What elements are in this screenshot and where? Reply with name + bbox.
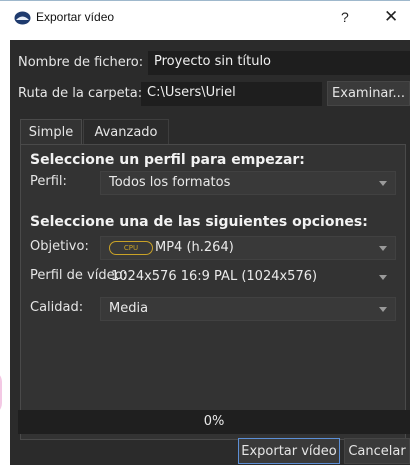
chevron-down-icon	[379, 307, 387, 312]
quality-label: Calidad:	[30, 300, 84, 315]
target-value: MP4 (h.264)	[155, 240, 234, 255]
profile-dropdown[interactable]: Todos los formatos	[100, 171, 396, 195]
quality-dropdown[interactable]: Media	[100, 297, 396, 321]
target-dropdown[interactable]: CPU MP4 (h.264)	[100, 236, 396, 260]
chevron-down-icon	[379, 246, 387, 251]
help-button[interactable]: ?	[341, 9, 349, 25]
file-name-field[interactable]: Proyecto sin título	[148, 51, 410, 75]
browse-button[interactable]: Examinar...	[327, 81, 410, 106]
video-profile-dropdown[interactable]: 1024x576 16:9 PAL (1024x576)	[100, 265, 396, 289]
cancel-button[interactable]: Cancelar	[344, 438, 410, 464]
profile-label: Perfil:	[30, 174, 67, 189]
progress-text: 0%	[203, 414, 225, 429]
folder-path-label: Ruta de la carpeta:	[18, 86, 143, 101]
quality-value: Media	[109, 301, 149, 316]
profile-value: Todos los formatos	[109, 175, 231, 190]
target-value-wrap: CPU MP4 (h.264)	[109, 240, 234, 255]
profile-section-heading: Seleccione un perfil para empezar:	[30, 152, 305, 168]
options-section-heading: Seleccione una de las siguientes opcione…	[30, 214, 368, 230]
title-bar: Exportar vídeo ? ✕	[0, 0, 410, 34]
cpu-badge: CPU	[109, 241, 153, 255]
tab-simple[interactable]: Simple	[20, 119, 82, 145]
target-label: Objetivo:	[30, 239, 89, 254]
chevron-down-icon	[379, 275, 387, 280]
export-video-button[interactable]: Exportar vídeo	[238, 438, 340, 464]
export-progress-bar: 0%	[18, 410, 410, 434]
chevron-down-icon	[379, 181, 387, 186]
video-profile-value: 1024x576 16:9 PAL (1024x576)	[111, 269, 318, 284]
close-button[interactable]: ✕	[384, 7, 398, 27]
file-name-label: Nombre de fichero:	[18, 55, 144, 70]
decorative-edge	[0, 370, 2, 415]
folder-path-field[interactable]: C:\Users\Uriel	[141, 82, 322, 106]
shotcut-logo-icon	[14, 11, 31, 25]
export-dialog: Nombre de fichero: Proyecto sin título R…	[10, 40, 410, 465]
window-title: Exportar vídeo	[36, 10, 115, 24]
tab-advanced[interactable]: Avanzado	[83, 119, 169, 145]
